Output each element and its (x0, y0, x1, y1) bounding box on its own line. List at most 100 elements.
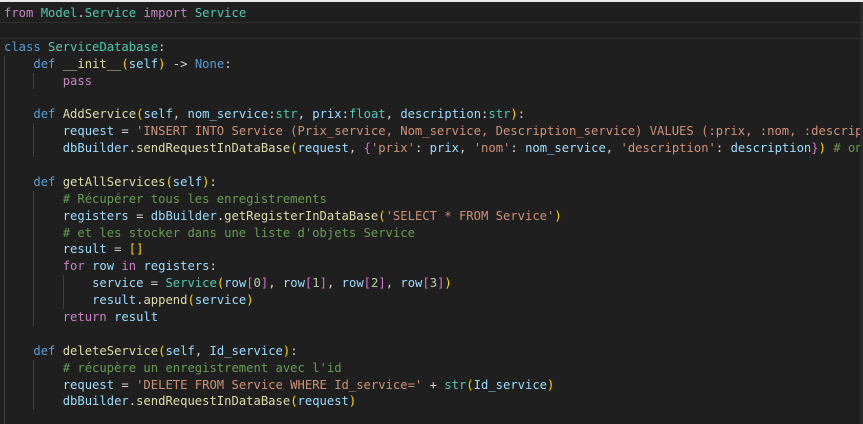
code-token: : (510, 141, 526, 156)
code-token: self (143, 107, 173, 122)
code-token: 'INSERT INTO Service (Prix_service, Nom_… (136, 124, 863, 139)
code-token: ) (818, 141, 826, 156)
indent-guide (4, 342, 5, 360)
code-token: ) (547, 377, 555, 392)
code-token: : (209, 174, 217, 189)
code-token: : (158, 39, 166, 54)
code-token: row (92, 259, 115, 274)
code-line[interactable]: def __init__(self) -> None: (0, 55, 863, 73)
code-token: [] (128, 242, 144, 257)
code-token: self (165, 343, 195, 358)
code-line[interactable]: # Récupérer tous les enregistrements (0, 190, 863, 208)
code-token: sendRequestInDataBase (136, 141, 291, 156)
code-token: Service (84, 6, 137, 20)
code-line[interactable]: request = 'DELETE FROM Service WHERE Id_… (0, 376, 863, 394)
code-line[interactable]: dbBuilder.sendRequestInDataBase(request,… (0, 140, 863, 158)
indent-guide (4, 106, 5, 124)
code-line[interactable] (0, 325, 863, 343)
code-token: ) (348, 394, 357, 409)
indent-guide (62, 292, 64, 310)
code-editor-window: from Model.Service import Service class S… (0, 0, 863, 424)
code-token: dbBuilder (150, 208, 217, 223)
code-line[interactable]: for row in registers: (0, 258, 863, 276)
indent-guide (33, 241, 35, 259)
code-line[interactable] (0, 89, 863, 107)
code-token: ] (319, 276, 327, 291)
indent-guide (4, 410, 5, 424)
code-token: ( (165, 174, 173, 189)
indent-guide (4, 190, 5, 208)
code-token: : (517, 107, 526, 122)
code-line[interactable]: return result (0, 309, 863, 326)
code-token: ( (378, 208, 386, 223)
code-token: : (224, 56, 232, 71)
code-token: { (363, 141, 371, 156)
code-line[interactable]: def AddService(self, nom_service:str, pr… (0, 106, 863, 124)
code-line[interactable] (0, 21, 863, 39)
code-token: import (143, 6, 188, 20)
code-token: , (326, 276, 342, 291)
code-line[interactable]: # récupère un enregistrement avec l'id (0, 359, 863, 377)
code-token: # et les stocker dans une liste d'objets… (62, 225, 415, 240)
code-token: nom_service (187, 107, 269, 122)
code-line[interactable]: result = [] (0, 241, 863, 259)
code-token: . (128, 394, 137, 409)
code-token: 'prix' (370, 141, 415, 156)
code-token: 'nom' (473, 141, 511, 156)
code-token: . (77, 6, 85, 20)
code-line[interactable]: class ServiceDatabase: (0, 39, 863, 56)
indent-guide (4, 309, 5, 326)
code-token: 'SELECT * FROM Service' (385, 208, 555, 223)
indent-guide (4, 72, 5, 90)
code-token: result (92, 293, 137, 308)
code-token: . (128, 141, 137, 156)
code-line[interactable]: request = 'INSERT INTO Service (Prix_ser… (0, 123, 863, 141)
code-token: Id_service (209, 343, 283, 358)
indent-guide (33, 393, 35, 411)
code-line[interactable]: service = Service(row[0], row[1], row[2]… (0, 275, 863, 293)
code-line[interactable] (0, 410, 863, 424)
code-token: , (268, 276, 283, 291)
code-token: ) (246, 293, 254, 308)
code-line[interactable]: from Model.Service import Service (0, 5, 863, 22)
code-token: , (459, 141, 474, 156)
code-token: } (811, 141, 819, 156)
code-token: service (194, 293, 247, 308)
code-token: append (143, 293, 188, 308)
code-line[interactable]: # et les stocker dans une liste d'objets… (0, 224, 863, 242)
code-line[interactable]: registers = dbBuilder.getRegisterInDataB… (0, 207, 863, 225)
code-line[interactable] (0, 157, 863, 174)
indent-guide (33, 292, 35, 310)
code-line[interactable]: dbBuilder.sendRequestInDataBase(request) (0, 393, 863, 411)
code-line[interactable]: def getAllServices(self): (0, 173, 863, 191)
code-token: self (128, 56, 159, 71)
code-token: ] (378, 276, 386, 291)
code-editor[interactable]: from Model.Service import Service class S… (0, 5, 863, 424)
indent-guide (4, 292, 5, 310)
code-token: description (730, 141, 812, 156)
code-line[interactable]: result.append(service) (0, 292, 863, 310)
code-line[interactable]: def deleteService(self, Id_service): (0, 342, 863, 360)
code-token: + (422, 377, 445, 392)
code-token: = (114, 124, 137, 139)
indent-guide (33, 224, 35, 242)
code-line[interactable]: pass (0, 72, 863, 90)
code-token: description (400, 107, 482, 122)
code-token: dbBuilder (62, 394, 129, 409)
code-token: request (297, 394, 349, 409)
code-token: [ (246, 276, 254, 291)
indent-guide (4, 123, 5, 141)
code-token: 'DELETE FROM Service WHERE Id_service=' (136, 377, 423, 392)
code-token: [ (363, 276, 371, 291)
code-token: Id_service (473, 377, 548, 392)
code-token: dbBuilder (62, 141, 129, 156)
code-token: getAllServices (62, 174, 166, 189)
